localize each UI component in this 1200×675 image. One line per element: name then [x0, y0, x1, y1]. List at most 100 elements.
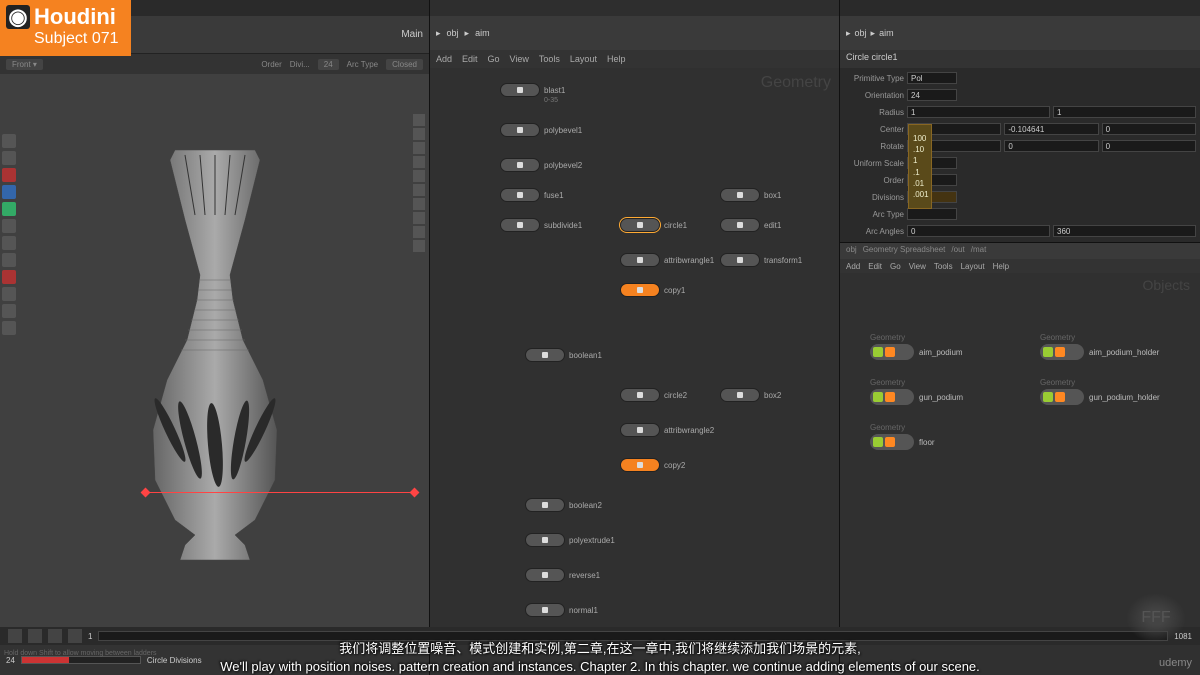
- param-field[interactable]: [907, 208, 957, 220]
- network-canvas[interactable]: Geometry blast10-35polybevel1polybevel2f…: [430, 68, 839, 675]
- tool-icon[interactable]: [2, 134, 16, 148]
- tool-icon[interactable]: [2, 236, 16, 250]
- tool-icon[interactable]: [2, 304, 16, 318]
- param-field[interactable]: 0: [907, 225, 1050, 237]
- node-copy1[interactable]: copy1: [620, 283, 685, 297]
- menu-help[interactable]: Help: [993, 262, 1009, 271]
- menu-view[interactable]: View: [510, 54, 529, 64]
- divisions-slider[interactable]: [21, 656, 141, 664]
- menu-view[interactable]: View: [909, 262, 926, 271]
- display-icon[interactable]: [413, 128, 425, 140]
- tool-icon[interactable]: [2, 270, 16, 284]
- node-reverse1[interactable]: reverse1: [525, 568, 600, 582]
- tool-icon[interactable]: [2, 151, 16, 165]
- node-polybevel2[interactable]: polybevel2: [500, 158, 582, 172]
- display-icon[interactable]: [413, 240, 425, 252]
- param-field[interactable]: 1: [907, 106, 1050, 118]
- node-edit1[interactable]: edit1: [720, 218, 781, 232]
- node-copy2[interactable]: copy2: [620, 458, 685, 472]
- node-attribwrangle1[interactable]: attribwrangle1: [620, 253, 714, 267]
- param-field[interactable]: 0: [1102, 123, 1196, 135]
- obj-node-gun_podium_holder[interactable]: Geometrygun_podium_holder: [1040, 378, 1160, 405]
- node-blast1[interactable]: blast10-35: [500, 83, 565, 97]
- viewport-label: Main: [401, 29, 423, 40]
- arctype-value[interactable]: Closed: [386, 59, 423, 70]
- menu-edit[interactable]: Edit: [462, 54, 478, 64]
- param-field[interactable]: 0: [1102, 140, 1196, 152]
- node-polyextrude1[interactable]: polyextrude1: [525, 533, 615, 547]
- param-row: Arc Type: [844, 206, 1196, 222]
- param-field[interactable]: 0: [1004, 140, 1098, 152]
- play-start-button[interactable]: [8, 629, 22, 643]
- front-view-button[interactable]: Front ▾: [6, 59, 43, 70]
- play-next-button[interactable]: [68, 629, 82, 643]
- timeline: 1 1081: [0, 627, 1200, 645]
- menu-go[interactable]: Go: [488, 54, 500, 64]
- display-icon[interactable]: [413, 226, 425, 238]
- node-subdivide1[interactable]: subdivide1: [500, 218, 582, 232]
- node-fuse1[interactable]: fuse1: [500, 188, 564, 202]
- play-prev-button[interactable]: [28, 629, 42, 643]
- menu-tools[interactable]: Tools: [539, 54, 560, 64]
- menu-help[interactable]: Help: [607, 54, 626, 64]
- viewport-3d-stage[interactable]: [0, 74, 429, 645]
- vase-mesh: [110, 140, 320, 580]
- display-icon[interactable]: [413, 170, 425, 182]
- play-button[interactable]: [48, 629, 62, 643]
- scale-gizmo[interactable]: [145, 492, 415, 493]
- obj-tab[interactable]: /out: [951, 245, 964, 257]
- param-field[interactable]: 1: [1053, 106, 1196, 118]
- node-box1[interactable]: box1: [720, 188, 781, 202]
- node-polybevel1[interactable]: polybevel1: [500, 123, 582, 137]
- obj-tab[interactable]: /mat: [971, 245, 987, 257]
- divisions-value[interactable]: 24: [318, 59, 339, 70]
- node-boolean2[interactable]: boolean2: [525, 498, 602, 512]
- tool-icon[interactable]: [2, 202, 16, 216]
- obj-tabs: obj Geometry Spreadsheet /out /mat: [840, 243, 1200, 259]
- viewport-toolbar: Front ▾ Order Divi... 24 Arc Type Closed: [0, 54, 429, 74]
- tool-icon[interactable]: [2, 219, 16, 233]
- display-icon[interactable]: [413, 184, 425, 196]
- tool-icon[interactable]: [2, 185, 16, 199]
- obj-node-aim_podium[interactable]: Geometryaim_podium: [870, 333, 963, 360]
- menu-edit[interactable]: Edit: [868, 262, 882, 271]
- menu-tools[interactable]: Tools: [934, 262, 953, 271]
- tool-icon[interactable]: [2, 321, 16, 335]
- param-field[interactable]: -0.104641: [1004, 123, 1098, 135]
- display-icon[interactable]: [413, 198, 425, 210]
- param-field[interactable]: Pol: [907, 72, 957, 84]
- display-icon[interactable]: [413, 142, 425, 154]
- params-breadcrumb[interactable]: ▸obj▸aim: [840, 16, 1200, 50]
- menu-go[interactable]: Go: [890, 262, 901, 271]
- obj-node-floor[interactable]: Geometryfloor: [870, 423, 935, 450]
- param-field[interactable]: 24: [907, 89, 957, 101]
- display-icon[interactable]: [413, 114, 425, 126]
- menu-add[interactable]: Add: [436, 54, 452, 64]
- node-box2[interactable]: box2: [720, 388, 781, 402]
- node-transform1[interactable]: transform1: [720, 253, 802, 267]
- menu-layout[interactable]: Layout: [961, 262, 985, 271]
- param-field[interactable]: 360: [1053, 225, 1196, 237]
- node-normal1[interactable]: normal1: [525, 603, 598, 617]
- tool-icon[interactable]: [2, 253, 16, 267]
- obj-tab[interactable]: obj: [846, 245, 857, 257]
- obj-node-gun_podium[interactable]: Geometrygun_podium: [870, 378, 963, 405]
- order-label: Order: [261, 60, 281, 69]
- display-icon[interactable]: [413, 156, 425, 168]
- node-circle1[interactable]: circle1: [620, 218, 687, 232]
- frame-current[interactable]: 1: [88, 632, 92, 641]
- tool-icon[interactable]: [2, 168, 16, 182]
- display-icon[interactable]: [413, 212, 425, 224]
- param-label: Rotate: [844, 142, 904, 151]
- obj-node-aim_podium_holder[interactable]: Geometryaim_podium_holder: [1040, 333, 1159, 360]
- value-ladder-tooltip[interactable]: 100.101.1.01.001: [908, 124, 932, 209]
- timeline-track[interactable]: [98, 631, 1168, 641]
- menu-add[interactable]: Add: [846, 262, 860, 271]
- menu-layout[interactable]: Layout: [570, 54, 597, 64]
- node-boolean1[interactable]: boolean1: [525, 348, 602, 362]
- obj-tab[interactable]: Geometry Spreadsheet: [863, 245, 946, 257]
- network-breadcrumb[interactable]: ▸obj▸aim: [430, 16, 839, 50]
- tool-icon[interactable]: [2, 287, 16, 301]
- node-circle2[interactable]: circle2: [620, 388, 687, 402]
- node-attribwrangle2[interactable]: attribwrangle2: [620, 423, 714, 437]
